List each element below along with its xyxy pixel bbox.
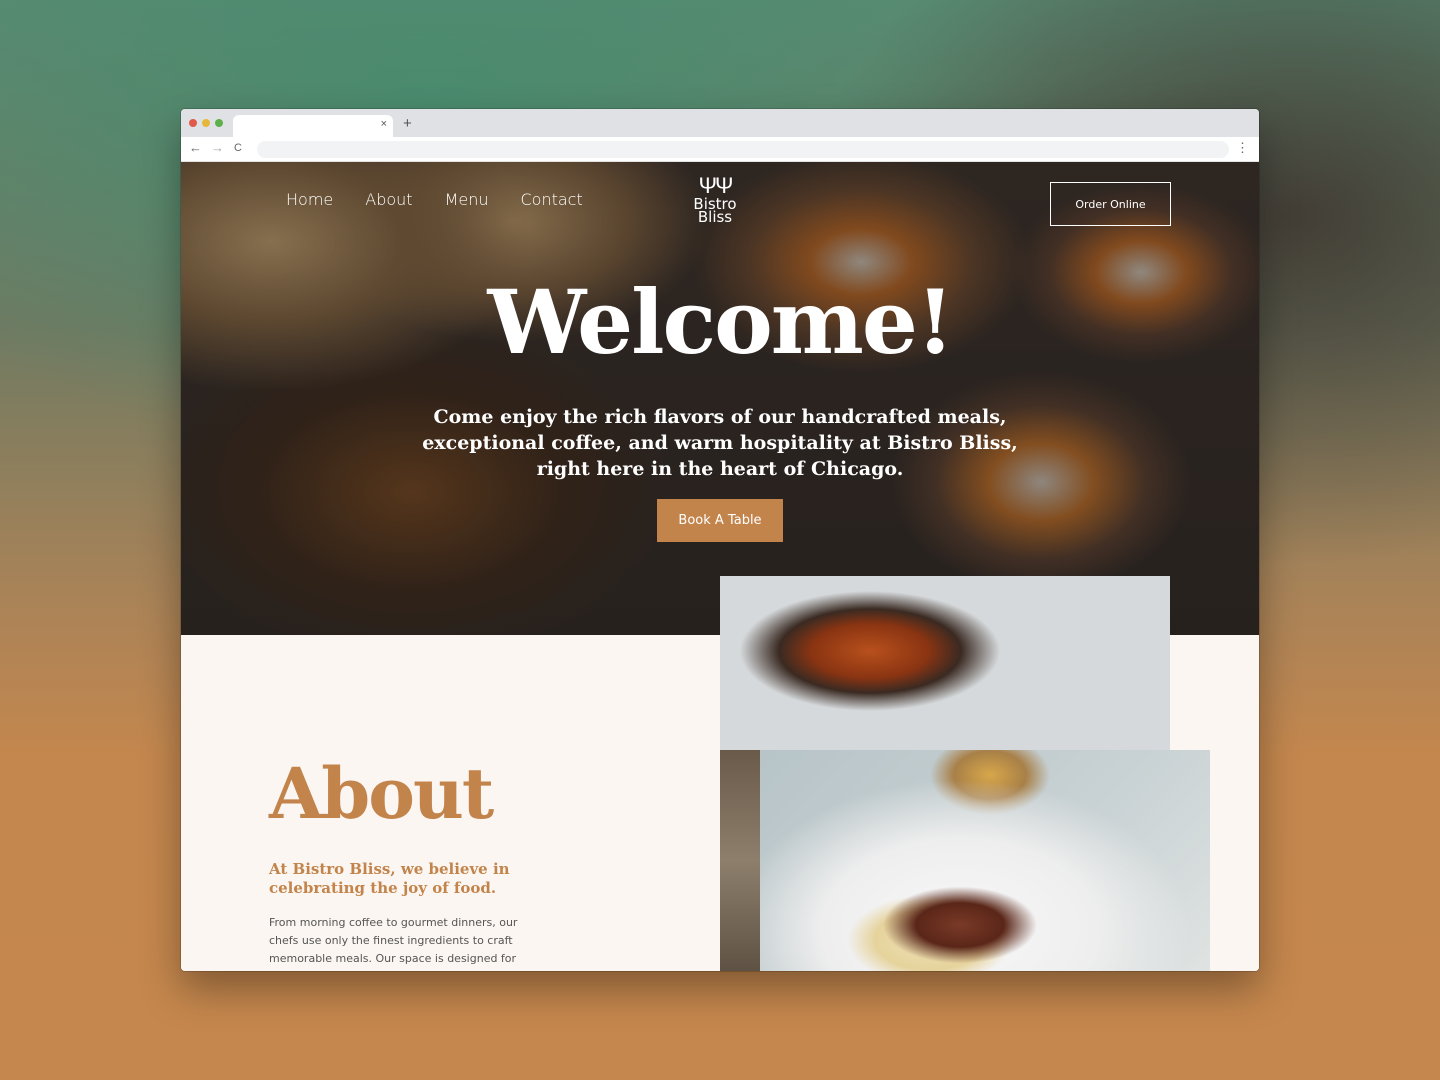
- minimize-window-dot[interactable]: [202, 119, 210, 127]
- url-input[interactable]: [257, 141, 1229, 158]
- hero-title: Welcome!: [487, 270, 954, 374]
- about-body: From morning coffee to gourmet dinners, …: [269, 916, 518, 965]
- side-salad-photo: [720, 750, 760, 971]
- hero-section: Home About Menu Contact ΨΨ Bistro Bliss …: [181, 162, 1259, 635]
- nav-home[interactable]: Home: [286, 190, 333, 209]
- maximize-window-dot[interactable]: [215, 119, 223, 127]
- book-table-button[interactable]: Book A Table: [657, 499, 783, 542]
- nav-menu[interactable]: Menu: [445, 190, 489, 209]
- tab-close-icon[interactable]: ×: [381, 118, 387, 130]
- address-bar: ← → C ⋮: [181, 137, 1259, 162]
- nav-about[interactable]: About: [365, 190, 412, 209]
- window-controls: [189, 119, 223, 127]
- nav-contact[interactable]: Contact: [521, 190, 583, 209]
- back-arrow-icon[interactable]: ←: [189, 140, 202, 155]
- forward-arrow-icon[interactable]: →: [211, 140, 224, 155]
- about-title: About: [269, 752, 494, 835]
- new-tab-icon[interactable]: +: [403, 115, 412, 132]
- reload-icon[interactable]: C: [234, 142, 242, 154]
- about-subtitle: At Bistro Bliss, we believe in celebrati…: [269, 860, 510, 897]
- close-window-dot[interactable]: [189, 119, 197, 127]
- page-viewport: Home About Menu Contact ΨΨ Bistro Bliss …: [181, 162, 1259, 971]
- browser-window: × + ← → C ⋮ Home About Menu Contact ΨΨ B…: [181, 109, 1259, 971]
- hero-background-image: [181, 162, 1259, 635]
- plated-meat-photo: [760, 750, 1210, 971]
- order-online-button[interactable]: Order Online: [1050, 182, 1171, 226]
- brand-logo[interactable]: ΨΨ Bistro Bliss: [686, 174, 744, 225]
- tab-bar: × +: [181, 109, 1259, 137]
- browser-menu-icon[interactable]: ⋮: [1236, 140, 1249, 156]
- main-nav: Home About Menu Contact: [286, 190, 583, 209]
- browser-tab[interactable]: ×: [233, 115, 393, 137]
- hero-subtitle: Come enjoy the rich flavors of our handc…: [422, 406, 1018, 480]
- curry-dish-photo: [720, 576, 1170, 751]
